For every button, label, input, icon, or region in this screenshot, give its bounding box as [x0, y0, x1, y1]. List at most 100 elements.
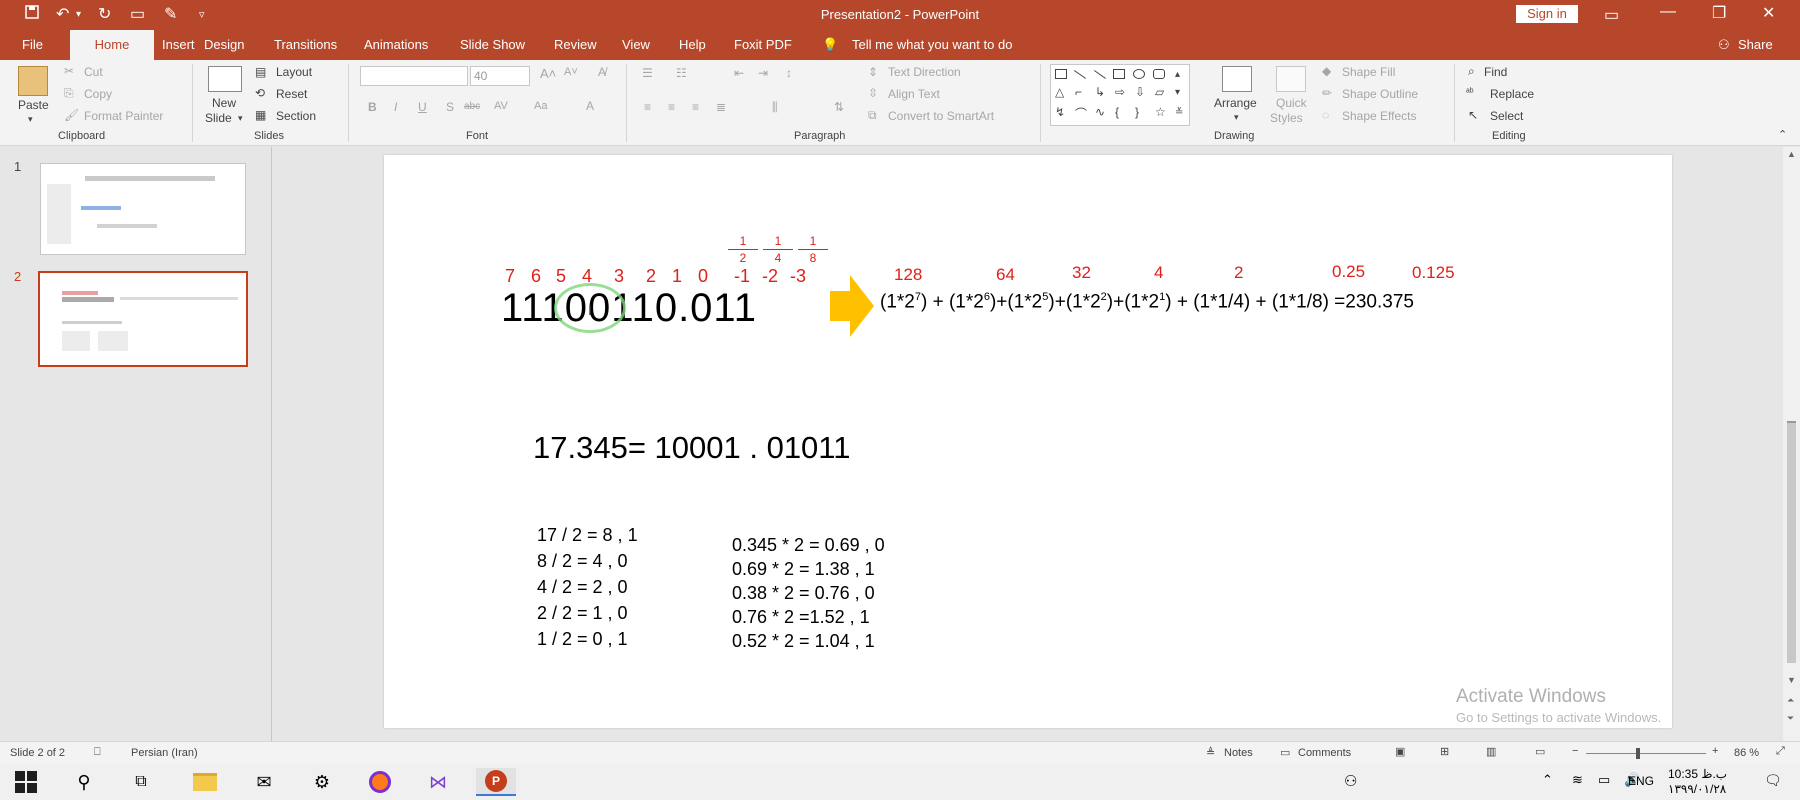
- previous-slide-icon[interactable]: ⏶: [1787, 695, 1794, 706]
- shape-oval-icon[interactable]: [1133, 69, 1145, 79]
- powerpoint-taskbar-icon[interactable]: P: [476, 768, 516, 796]
- align-text-button[interactable]: Align Text: [888, 87, 940, 101]
- people-icon[interactable]: ⚇: [1344, 772, 1357, 790]
- font-name-field[interactable]: [360, 66, 468, 86]
- shrink-font-icon[interactable]: A˅: [564, 66, 578, 78]
- sign-in-button[interactable]: Sign in: [1516, 5, 1578, 23]
- tab-review[interactable]: Review: [554, 37, 597, 52]
- paste-icon[interactable]: [18, 66, 48, 96]
- language-status[interactable]: Persian (Iran): [131, 747, 198, 759]
- italic-icon[interactable]: I: [394, 100, 397, 114]
- scroll-thumb[interactable]: [1787, 423, 1796, 663]
- mail-icon[interactable]: ✉: [244, 768, 284, 796]
- copy-button[interactable]: Copy: [84, 87, 112, 101]
- scroll-down-icon[interactable]: ▼: [1787, 675, 1796, 685]
- shape-outline-button[interactable]: Shape Outline: [1342, 87, 1418, 101]
- numbering-icon[interactable]: ☷: [676, 66, 687, 80]
- layout-button[interactable]: Layout: [276, 65, 312, 79]
- fit-slide-icon[interactable]: ⤢: [1776, 745, 1785, 758]
- shape-left-brace-icon[interactable]: {: [1115, 105, 1119, 119]
- font-color-icon[interactable]: A: [586, 99, 594, 113]
- underline-icon[interactable]: U: [418, 100, 427, 114]
- shape-right-arrow-icon[interactable]: ⇨: [1115, 85, 1125, 99]
- format-painter-button[interactable]: Format Painter: [84, 109, 163, 123]
- paste-dropdown-icon[interactable]: ▾: [28, 114, 33, 125]
- tab-file[interactable]: File: [22, 37, 43, 52]
- collapse-ribbon-icon[interactable]: ⌃: [1778, 128, 1787, 141]
- text-direction-button[interactable]: Text Direction: [888, 65, 961, 79]
- slide-thumbnail-selected[interactable]: [38, 271, 248, 367]
- align-left-icon[interactable]: ≡: [644, 100, 651, 114]
- shape-triangle-icon[interactable]: △: [1055, 85, 1064, 99]
- increase-indent-icon[interactable]: ⇥: [758, 66, 768, 80]
- reset-button[interactable]: Reset: [276, 87, 307, 101]
- char-spacing-icon[interactable]: AV: [494, 100, 508, 112]
- tab-view[interactable]: View: [622, 37, 650, 52]
- reading-view-icon[interactable]: ▥: [1486, 745, 1496, 758]
- firefox-icon[interactable]: [360, 768, 400, 796]
- clear-formatting-icon[interactable]: A̸: [598, 65, 606, 79]
- shape-right-brace-icon[interactable]: }: [1135, 105, 1139, 119]
- line-spacing-icon[interactable]: ↕: [786, 66, 792, 80]
- tab-animations[interactable]: Animations: [364, 37, 428, 52]
- slide-canvas[interactable]: 7 6 5 4 3 2 1 0 -1 -2 -3 12 14 18 111001…: [384, 155, 1672, 728]
- gallery-up-icon[interactable]: ▴: [1175, 69, 1180, 80]
- shape-freeform-icon[interactable]: ∿: [1095, 105, 1105, 119]
- bold-icon[interactable]: B: [368, 100, 377, 114]
- replace-button[interactable]: Replace: [1490, 87, 1534, 101]
- share-icon[interactable]: ⚇: [1718, 37, 1730, 53]
- notes-button[interactable]: Notes: [1224, 747, 1253, 759]
- zoom-level[interactable]: 86 %: [1734, 747, 1759, 759]
- normal-view-icon[interactable]: ▣: [1395, 745, 1405, 758]
- quick-styles-icon[interactable]: [1276, 66, 1306, 92]
- grow-font-icon[interactable]: A˄: [540, 66, 556, 81]
- columns-icon[interactable]: ⫼: [772, 100, 778, 115]
- shape-rounded-rect-icon[interactable]: [1153, 69, 1165, 79]
- clock-date[interactable]: ۱۳۹۹/۰۱/۲۸: [1668, 782, 1726, 796]
- arrange-icon[interactable]: [1222, 66, 1252, 92]
- notes-icon[interactable]: ≜: [1206, 746, 1215, 759]
- shape-fill-button[interactable]: Shape Fill: [1342, 65, 1395, 79]
- tell-me-search[interactable]: Tell me what you want to do: [852, 37, 1012, 52]
- spelling-icon[interactable]: ⎕: [94, 746, 101, 759]
- shadow-icon[interactable]: S: [446, 100, 454, 114]
- slide-sorter-icon[interactable]: ⊞: [1440, 745, 1449, 758]
- align-center-icon[interactable]: ≡: [668, 100, 675, 114]
- convert-smartart-button[interactable]: Convert to SmartArt: [888, 109, 994, 123]
- clock-time[interactable]: 10:35 ب.ظ: [1668, 767, 1727, 781]
- paste-button[interactable]: Paste: [18, 98, 49, 112]
- show-hidden-icons[interactable]: ⌃: [1542, 772, 1553, 788]
- tab-help[interactable]: Help: [679, 37, 706, 52]
- shape-down-arrow-icon[interactable]: ⇩: [1135, 85, 1145, 99]
- scroll-up-icon[interactable]: ▲: [1787, 149, 1796, 159]
- justify-icon[interactable]: ≣: [716, 100, 726, 114]
- tab-insert[interactable]: Insert: [162, 37, 195, 52]
- quick-styles-label-1[interactable]: Quick: [1276, 96, 1307, 110]
- search-icon[interactable]: ⚲: [64, 768, 104, 796]
- shape-effects-button[interactable]: Shape Effects: [1342, 109, 1417, 123]
- minimize-icon[interactable]: —: [1660, 3, 1676, 21]
- gallery-more-icon[interactable]: ≚: [1175, 107, 1183, 118]
- zoom-slider[interactable]: [1586, 753, 1706, 754]
- shape-arc-icon[interactable]: ⌒: [1075, 105, 1087, 122]
- share-button[interactable]: Share: [1738, 37, 1773, 52]
- new-slide-label-1[interactable]: New: [212, 96, 236, 110]
- windows-start-icon[interactable]: [6, 768, 46, 796]
- tab-home[interactable]: Home: [70, 30, 154, 61]
- bullets-icon[interactable]: ☰: [642, 66, 653, 80]
- zoom-in-icon[interactable]: +: [1712, 745, 1718, 757]
- new-slide-icon[interactable]: [208, 66, 242, 92]
- select-button[interactable]: Select: [1490, 109, 1523, 123]
- battery-icon[interactable]: ▭: [1598, 772, 1610, 788]
- maximize-icon[interactable]: ❐: [1712, 3, 1726, 23]
- shape-line-icon[interactable]: [1073, 70, 1087, 79]
- shape-elbow-icon[interactable]: ⌐: [1075, 85, 1082, 99]
- comments-button[interactable]: Comments: [1298, 747, 1351, 759]
- tab-design[interactable]: Design: [204, 37, 244, 52]
- gallery-down-icon[interactable]: ▾: [1175, 87, 1180, 98]
- close-icon[interactable]: ✕: [1762, 3, 1775, 23]
- slideshow-view-icon[interactable]: ▭: [1535, 745, 1545, 758]
- app-icon[interactable]: ⚙: [302, 768, 342, 796]
- slide-thumbnail[interactable]: [40, 163, 246, 255]
- new-slide-dropdown-icon[interactable]: ▾: [238, 113, 243, 124]
